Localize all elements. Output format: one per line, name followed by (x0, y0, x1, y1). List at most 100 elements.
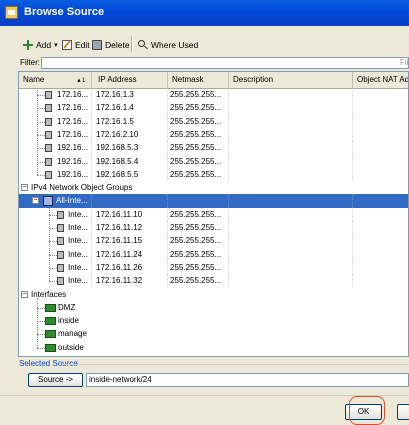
tree-connector (37, 134, 45, 136)
filter-row: Filter: Fil (0, 56, 409, 70)
add-button[interactable]: Add ▾ (23, 38, 58, 52)
table-row[interactable]: Inte... 172.16.11.15 255.255.255... (19, 234, 408, 248)
cell-name: Inte... (68, 260, 92, 275)
host-icon (45, 104, 52, 113)
window-icon (5, 6, 18, 19)
table-row[interactable]: Inte... 172.16.11.26 255.255.255... (19, 260, 408, 275)
where-used-button[interactable]: Where Used (138, 38, 198, 52)
cell-netmask (170, 194, 229, 208)
table-row[interactable]: Inte... 172.16.11.24 255.255.255... (19, 247, 408, 262)
collapse-toggle-icon[interactable]: − (21, 290, 28, 298)
cell-ip: 192.168.5.5 (96, 167, 168, 182)
table-row[interactable]: 192.16... 192.168.5.3 255.255.255... (19, 141, 408, 155)
cell-name: manage (58, 329, 87, 339)
host-icon (45, 157, 52, 166)
cell-name: 172.16... (57, 114, 92, 129)
tree-connector (49, 267, 57, 269)
edit-label: Edit (75, 40, 90, 50)
search-icon (138, 40, 148, 50)
cell-description (229, 101, 353, 115)
table-row[interactable]: 192.16... 192.168.5.5 255.255.255... (19, 167, 408, 182)
group-row[interactable]: − Interfaces (19, 288, 408, 302)
source-table: Name ▲1 IP Address Netmask Description O… (18, 71, 409, 357)
selected-source-field[interactable]: inside-network/24 (86, 373, 409, 387)
collapse-toggle-icon[interactable]: − (21, 184, 28, 192)
filter-label: Filter: (20, 58, 40, 67)
cell-description (229, 194, 353, 208)
table-row[interactable]: 192.16... 192.168.5.4 255.255.255... (19, 154, 408, 168)
cell-ip: 172.16.11.26 (96, 260, 168, 275)
collapse-toggle-icon[interactable]: − (32, 197, 39, 205)
tree-connector (37, 347, 45, 349)
cell-description (229, 167, 353, 182)
column-header-description[interactable]: Description (229, 72, 353, 88)
table-row[interactable]: 172.16... 172.16.1.5 255.255.255... (19, 114, 408, 129)
cell-name: 192.16... (57, 141, 92, 155)
where-used-label: Where Used (151, 40, 199, 50)
window-title: Browse Source (24, 6, 105, 18)
cell-netmask: 255.255.255... (170, 127, 229, 142)
cancel-button[interactable] (397, 404, 409, 420)
tree-connector (37, 95, 45, 96)
table-row[interactable]: Inte... 172.16.11.32 255.255.255... (19, 274, 408, 288)
tree-connector (49, 254, 57, 256)
delete-button[interactable]: Delete (92, 38, 130, 52)
cell-ip: 172.16.11.12 (96, 221, 168, 235)
cell-netmask: 255.255.255... (170, 88, 229, 102)
cell-ip: 192.168.5.3 (96, 141, 168, 155)
tree-connector (49, 214, 57, 216)
cell-ip: 172.16.1.5 (96, 114, 168, 129)
cell-name: 192.16... (57, 167, 92, 182)
source-button[interactable]: Source -> (28, 373, 83, 387)
table-row[interactable]: 172.16... 172.16.1.4 255.255.255... (19, 101, 408, 115)
group-row[interactable]: − IPv4 Network Object Groups (19, 181, 408, 195)
column-header-ip[interactable]: IP Address (94, 72, 168, 88)
title-bar: Browse Source (0, 0, 409, 26)
chevron-down-icon[interactable]: ▾ (54, 41, 58, 49)
table-row[interactable]: outside (19, 341, 408, 355)
cell-description (229, 260, 353, 275)
table-row[interactable]: 172.16... 172.16.1.3 255.255.255... (19, 88, 408, 102)
table-row[interactable]: − All-Inte... (19, 194, 408, 208)
column-header-object-nat[interactable]: Object NAT Add (353, 72, 408, 88)
toolbar: Add ▾ Edit Delete Where Used (0, 26, 409, 56)
cell-description (229, 207, 353, 222)
filter-input[interactable] (41, 57, 409, 69)
column-header-netmask[interactable]: Netmask (168, 72, 229, 88)
network-interface-icon (45, 317, 56, 326)
cell-ip: 172.16.2.10 (96, 127, 168, 142)
tree-connector (37, 161, 45, 163)
cell-ip: 172.16.1.3 (96, 88, 168, 102)
cell-description (229, 88, 353, 102)
filter-button-label[interactable]: Fil (400, 58, 408, 67)
sort-indicator: ▲1 (76, 78, 86, 84)
table-row[interactable]: inside (19, 314, 408, 328)
tree-connector (37, 334, 45, 336)
cell-netmask: 255.255.255... (170, 167, 229, 182)
ok-button[interactable]: OK (345, 404, 382, 420)
cell-description (229, 141, 353, 155)
host-icon (45, 117, 52, 126)
table-row[interactable]: DMZ (19, 301, 408, 315)
cell-netmask: 255.255.255... (170, 207, 229, 222)
cell-name: 172.16... (57, 101, 92, 115)
table-row[interactable]: manage (19, 327, 408, 341)
cell-netmask: 255.255.255... (170, 221, 229, 235)
table-row[interactable]: 172.16... 172.16.2.10 255.255.255... (19, 127, 408, 142)
tree-connector (37, 121, 45, 123)
table-row[interactable]: Inte... 172.16.11.12 255.255.255... (19, 221, 408, 235)
add-label: Add (36, 40, 52, 50)
cell-description (229, 114, 353, 129)
tree-connector (49, 241, 57, 243)
cell-name: Inte... (68, 234, 92, 248)
cell-description (229, 154, 353, 168)
cell-ip: 172.16.11.15 (96, 234, 168, 248)
host-icon (57, 237, 64, 246)
cell-netmask: 255.255.255... (170, 141, 229, 155)
cell-name: 192.16... (57, 154, 92, 168)
host-icon (57, 250, 64, 259)
edit-button[interactable]: Edit (62, 38, 90, 52)
table-row[interactable]: Inte... 172.16.11.10 255.255.255... (19, 207, 408, 222)
cell-name: Inte... (68, 274, 92, 288)
cell-description (229, 234, 353, 248)
